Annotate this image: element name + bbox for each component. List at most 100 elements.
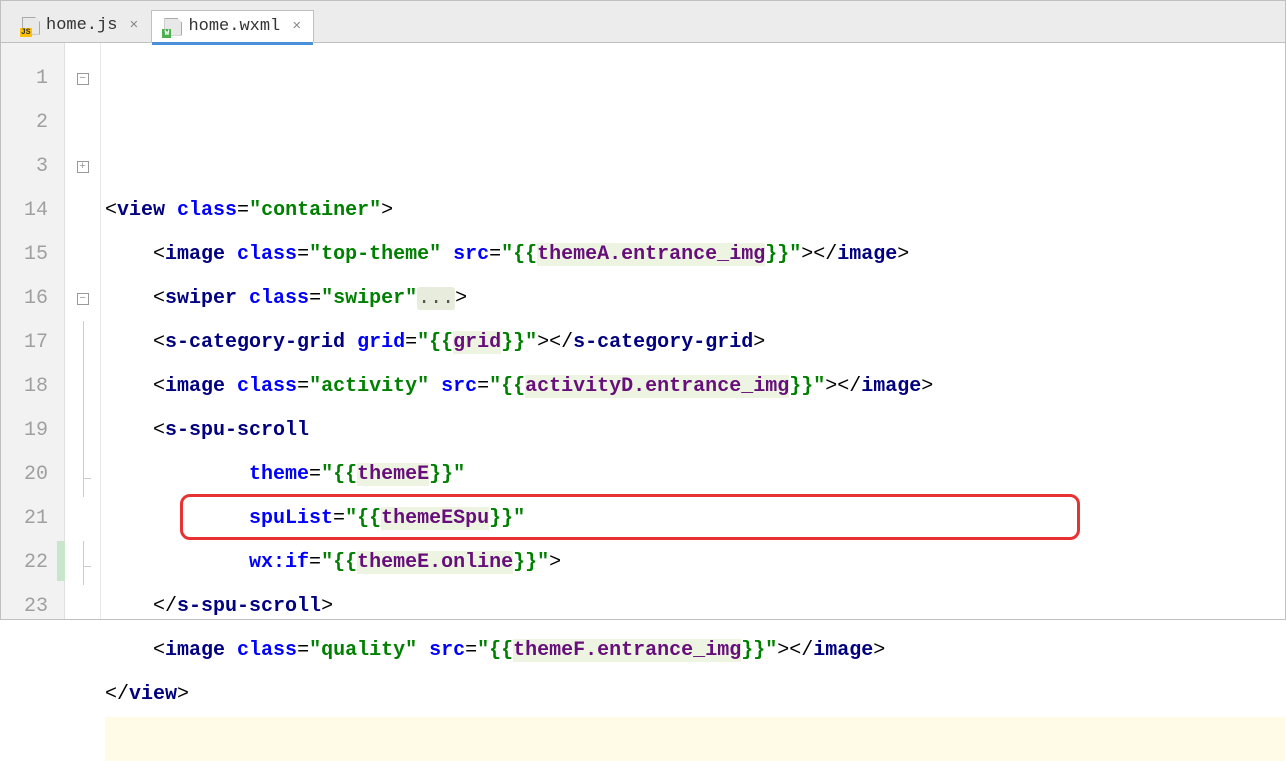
fold-gutter: − + − — [65, 43, 101, 619]
token-tag: s-category-grid — [573, 331, 753, 354]
token-str: "{{ — [489, 375, 525, 398]
fold-expand-icon[interactable]: + — [77, 161, 89, 173]
token-punct: = — [297, 243, 309, 266]
code-line[interactable] — [105, 717, 1285, 761]
token-attr: wx:if — [249, 551, 309, 574]
token-punct: = — [405, 331, 417, 354]
token-br: < — [153, 243, 165, 266]
line-number: 17 — [1, 321, 48, 365]
token-tag: image — [165, 375, 237, 398]
token-str: }}" — [765, 243, 801, 266]
fold-gutter-spacer — [65, 365, 100, 409]
token-tag: s-spu-scroll — [177, 595, 321, 618]
token-br: > — [381, 199, 393, 222]
token-str: }}" — [501, 331, 537, 354]
token-str: "quality" — [309, 639, 429, 662]
code-line[interactable]: <image class="top-theme" src="{{themeA.e… — [105, 233, 1285, 277]
code-area[interactable]: <view class="container"> <image class="t… — [101, 43, 1285, 619]
token-str: }}" — [513, 551, 549, 574]
token-tag: view — [117, 199, 177, 222]
fold-toggle[interactable]: + — [65, 145, 100, 189]
line-number: 18 — [1, 365, 48, 409]
token-expr: themeF.entrance_img — [513, 639, 741, 662]
token-br: > — [777, 639, 789, 662]
code-line[interactable]: theme="{{themeE}}" — [105, 453, 1285, 497]
fold-end-marker — [65, 453, 100, 497]
fold-gutter-spacer — [65, 233, 100, 277]
token-br: > — [177, 683, 189, 706]
token-str: "container" — [249, 199, 381, 222]
line-number-gutter: 12314151617181920212223 — [1, 43, 65, 619]
fold-toggle[interactable]: − — [65, 277, 100, 321]
code-line[interactable]: <view class="container"> — [105, 189, 1285, 233]
token-br: < — [105, 199, 117, 222]
code-line[interactable]: <s-category-grid grid="{{grid}}"></s-cat… — [105, 321, 1285, 365]
fold-gutter-spacer — [65, 497, 100, 541]
close-icon[interactable]: × — [292, 18, 301, 35]
line-number: 23 — [1, 585, 48, 629]
token-br: < — [153, 331, 165, 354]
token-str: "{{ — [321, 551, 357, 574]
token-str: "{{ — [477, 639, 513, 662]
token-br: > — [897, 243, 909, 266]
code-line[interactable]: <image class="activity" src="{{activityD… — [105, 365, 1285, 409]
token-br: > — [873, 639, 885, 662]
tab-label: home.js — [46, 16, 117, 35]
token-punct: = — [297, 375, 309, 398]
tab-home-wxml[interactable]: Whome.wxml × — [151, 10, 314, 43]
fold-toggle[interactable]: − — [65, 57, 100, 101]
token-attr: class — [237, 639, 297, 662]
token-tag: image — [861, 375, 921, 398]
token-tag: s-spu-scroll — [165, 419, 309, 442]
token-fold: ... — [417, 287, 455, 310]
token-br: < — [153, 375, 165, 398]
token-punct: = — [309, 287, 321, 310]
tab-home-js[interactable]: JShome.js× — [9, 9, 151, 42]
token-punct: = — [297, 639, 309, 662]
token-attr: theme — [249, 463, 309, 486]
code-line[interactable]: <s-spu-scroll — [105, 409, 1285, 453]
code-line[interactable]: <image class="quality" src="{{themeF.ent… — [105, 629, 1285, 673]
close-icon[interactable]: × — [129, 17, 138, 34]
code-line[interactable]: </view> — [105, 673, 1285, 717]
code-line[interactable]: <swiper class="swiper"...> — [105, 277, 1285, 321]
token-br: </ — [837, 375, 861, 398]
token-attr: class — [237, 375, 297, 398]
token-attr: class — [177, 199, 237, 222]
fold-collapse-icon[interactable]: − — [77, 73, 89, 85]
fold-gutter-spacer — [65, 101, 100, 145]
token-attr: class — [249, 287, 309, 310]
tab-label: home.wxml — [188, 17, 280, 36]
token-br: < — [153, 639, 165, 662]
token-str: }}" — [429, 463, 465, 486]
code-line[interactable]: wx:if="{{themeE.online}}"> — [105, 541, 1285, 585]
fold-collapse-icon[interactable]: − — [77, 293, 89, 305]
line-number: 22 — [1, 541, 48, 585]
token-br: > — [549, 551, 561, 574]
token-tag: image — [813, 639, 873, 662]
token-br: > — [321, 595, 333, 618]
code-line[interactable]: </s-spu-scroll> — [105, 585, 1285, 629]
wxml-file-icon: W — [164, 18, 182, 36]
token-str: "activity" — [309, 375, 441, 398]
token-br: </ — [549, 331, 573, 354]
line-number: 15 — [1, 233, 48, 277]
token-br: </ — [153, 595, 177, 618]
token-tag: s-category-grid — [165, 331, 357, 354]
tab-bar: JShome.js×Whome.wxml× — [1, 1, 1285, 43]
token-expr: themeE — [357, 463, 429, 486]
token-tag: image — [837, 243, 897, 266]
token-expr: themeA.entrance_img — [537, 243, 765, 266]
token-attr: grid — [357, 331, 405, 354]
token-br: </ — [789, 639, 813, 662]
token-br: < — [153, 287, 165, 310]
token-str: "{{ — [501, 243, 537, 266]
token-expr: themeE.online — [357, 551, 513, 574]
line-number: 1 — [1, 57, 48, 101]
line-number: 20 — [1, 453, 48, 497]
token-attr: src — [453, 243, 489, 266]
token-br: > — [455, 287, 467, 310]
token-tag: view — [129, 683, 177, 706]
line-number: 14 — [1, 189, 48, 233]
token-attr: class — [237, 243, 297, 266]
